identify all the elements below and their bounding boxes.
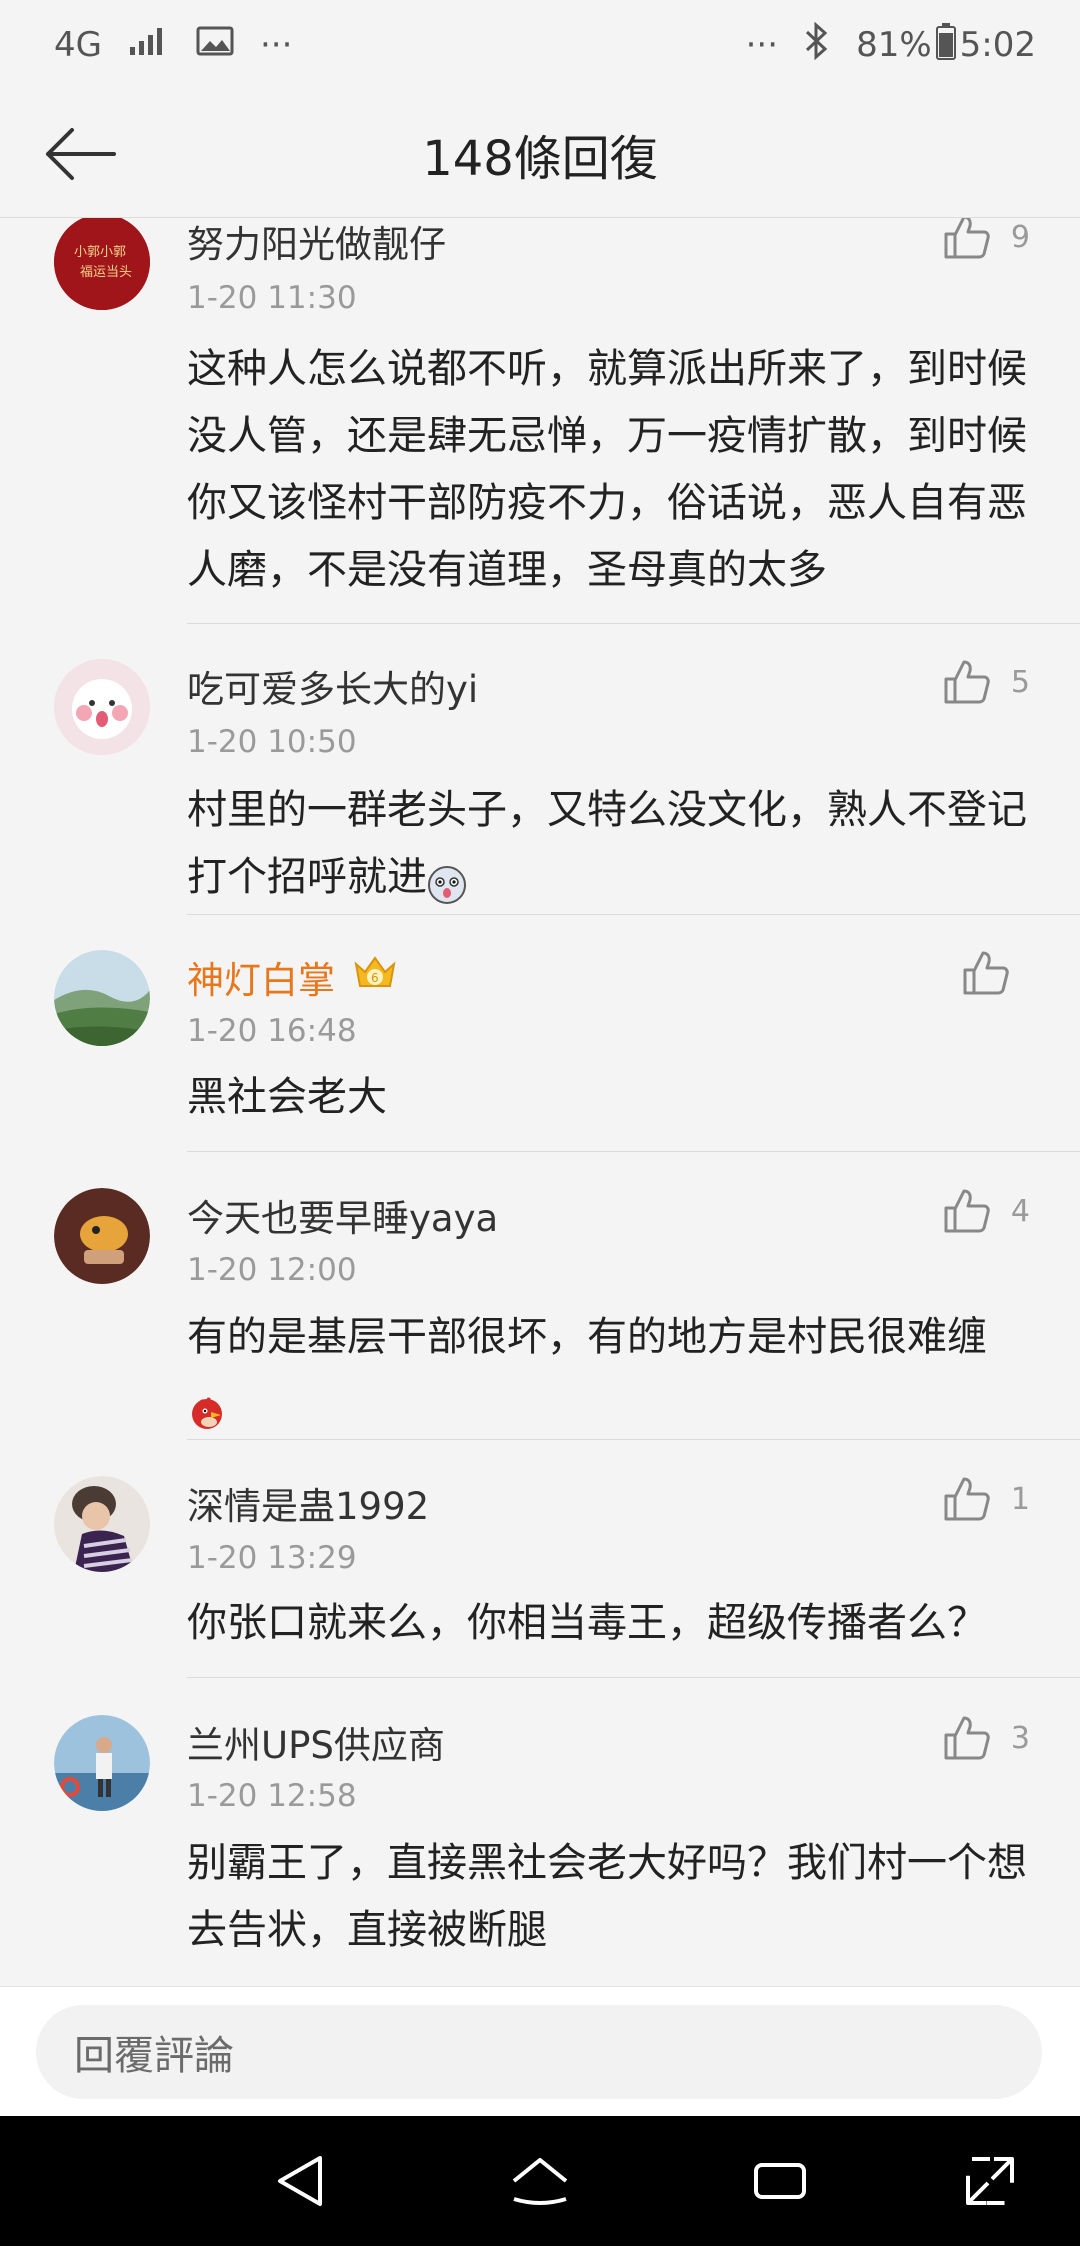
like-count: 3 xyxy=(1010,1720,1030,1756)
navigation-bar xyxy=(0,2116,1080,2246)
comment-list[interactable]: 小郭小郭福运当头 努力阳光做靓仔 9 1-20 11:30 这种人怎么说都不听，… xyxy=(0,218,1080,1986)
like-button[interactable]: 4 xyxy=(943,1188,1030,1234)
comment-text: 你张口就来么，你相当毒王，超级传播者么？ xyxy=(187,1600,987,1646)
like-button[interactable]: 5 xyxy=(943,659,1030,705)
battery-icon xyxy=(935,22,956,69)
comment-item: 小郭小郭福运当头 努力阳光做靓仔 9 1-20 11:30 这种人怎么说都不听，… xyxy=(0,218,1080,624)
avatar[interactable] xyxy=(54,950,150,1046)
like-button[interactable]: 9 xyxy=(943,218,1030,260)
svg-text:福运当头: 福运当头 xyxy=(80,265,132,280)
more-status-icon: ··· xyxy=(745,25,779,65)
comment-author[interactable]: 吃可爱多长大的yi xyxy=(187,659,478,713)
comment-text: 有的是基层干部很坏，有的地方是村民很难缠 xyxy=(187,1304,1037,1438)
nav-expand-button[interactable] xyxy=(960,2151,1020,2211)
image-icon xyxy=(196,25,234,66)
comment-text: 黑社会老大 xyxy=(187,1074,387,1120)
husky-emoji-icon xyxy=(427,859,467,904)
like-count: 5 xyxy=(1010,664,1030,700)
nav-recents-button[interactable] xyxy=(750,2151,810,2211)
expand-icon xyxy=(966,2157,1014,2205)
like-button[interactable] xyxy=(962,950,1030,996)
like-button[interactable]: 3 xyxy=(943,1715,1030,1761)
avatar[interactable] xyxy=(54,1476,150,1572)
page-header: 148條回復 xyxy=(0,90,1080,218)
comment-author[interactable]: 神灯白掌 xyxy=(187,950,335,1004)
status-bar: 4G ··· ··· 81% 5:02 xyxy=(0,0,1080,90)
nav-home-button[interactable] xyxy=(510,2151,570,2211)
comment-text: 村里的一群老头子，又特么没文化，熟人不登记打个招呼就进 xyxy=(187,777,1037,911)
reply-bar: 回覆評論 xyxy=(0,1986,1080,2117)
comment-author[interactable]: 努力阳光做靓仔 xyxy=(187,218,446,268)
vip-level: 6 xyxy=(371,971,379,985)
bluetooth-icon xyxy=(804,21,830,69)
avatar[interactable] xyxy=(54,659,150,755)
back-button[interactable] xyxy=(40,118,120,190)
comment-time: 1-20 12:00 xyxy=(187,1252,357,1288)
home-icon xyxy=(512,2158,568,2205)
comment-time: 1-20 11:30 xyxy=(187,280,357,316)
comment-item: 吃可爱多长大的yi 5 1-20 10:50 村里的一群老头子，又特么没文化，熟… xyxy=(0,624,1080,915)
comment-author[interactable]: 兰州UPS供应商 xyxy=(187,1715,445,1769)
angry-bird-emoji-icon xyxy=(187,1386,227,1429)
thumbs-up-icon xyxy=(944,1189,990,1233)
avatar[interactable] xyxy=(54,1188,150,1284)
more-notifications-icon: ··· xyxy=(259,25,293,65)
avatar[interactable]: 小郭小郭福运当头 xyxy=(54,218,150,310)
comment-item: 今天也要早睡yaya 4 1-20 12:00 有的是基层干部很坏，有的地方是村… xyxy=(0,1152,1080,1440)
arrow-left-icon xyxy=(46,128,116,180)
thumbs-up-icon xyxy=(944,1477,990,1521)
comment-item: 深情是蛊1992 1 1-20 13:29 你张口就来么，你相当毒王，超级传播者… xyxy=(0,1440,1080,1678)
comment-time: 1-20 13:29 xyxy=(187,1540,357,1576)
thumbs-up-icon xyxy=(944,660,990,704)
triangle-back-icon xyxy=(278,2156,322,2206)
comment-author[interactable]: 深情是蛊1992 xyxy=(187,1476,429,1530)
like-button[interactable]: 1 xyxy=(943,1476,1030,1522)
like-count: 4 xyxy=(1010,1193,1030,1229)
comment-text: 别霸王了，直接黑社会老大好吗？我们村一个想去告状，直接被断腿 xyxy=(187,1840,1027,1953)
clock: 5:02 xyxy=(959,25,1036,65)
svg-text:小郭小郭: 小郭小郭 xyxy=(74,244,126,260)
comment-time: 1-20 12:58 xyxy=(187,1778,357,1814)
battery-percent: 81% xyxy=(856,25,932,65)
like-count: 9 xyxy=(1010,219,1030,255)
comment-text: 这种人怎么说都不听，就算派出所来了，到时候没人管，还是肆无忌惮，万一疫情扩散，到… xyxy=(187,346,1027,593)
comment-author[interactable]: 今天也要早睡yaya xyxy=(187,1188,498,1242)
thumbs-up-icon xyxy=(963,951,1009,995)
like-count: 1 xyxy=(1010,1481,1030,1517)
comment-time: 1-20 16:48 xyxy=(187,1013,357,1049)
comment-time: 1-20 10:50 xyxy=(187,724,357,760)
nav-back-button[interactable] xyxy=(270,2151,330,2211)
network-indicator: 4G xyxy=(54,25,102,65)
avatar[interactable] xyxy=(54,1715,150,1811)
comment-item: 神灯白掌 6 1-20 16:48 黑社会老大 xyxy=(0,915,1080,1152)
comment-item: 兰州UPS供应商 3 1-20 12:58 别霸王了，直接黑社会老大好吗？我们村… xyxy=(0,1678,1080,1986)
vip-crown-badge-icon: 6 xyxy=(352,950,398,996)
signal-icon xyxy=(128,25,170,66)
recents-icon xyxy=(754,2163,806,2199)
thumbs-up-icon xyxy=(944,218,990,259)
page-title: 148條回復 xyxy=(422,130,658,187)
comment-text-body: 有的是基层干部很坏，有的地方是村民很难缠 xyxy=(187,1314,987,1360)
comment-text-body: 村里的一群老头子，又特么没文化，熟人不登记打个招呼就进 xyxy=(187,787,1027,900)
thumbs-up-icon xyxy=(944,1716,990,1760)
reply-input[interactable]: 回覆評論 xyxy=(36,2005,1042,2099)
